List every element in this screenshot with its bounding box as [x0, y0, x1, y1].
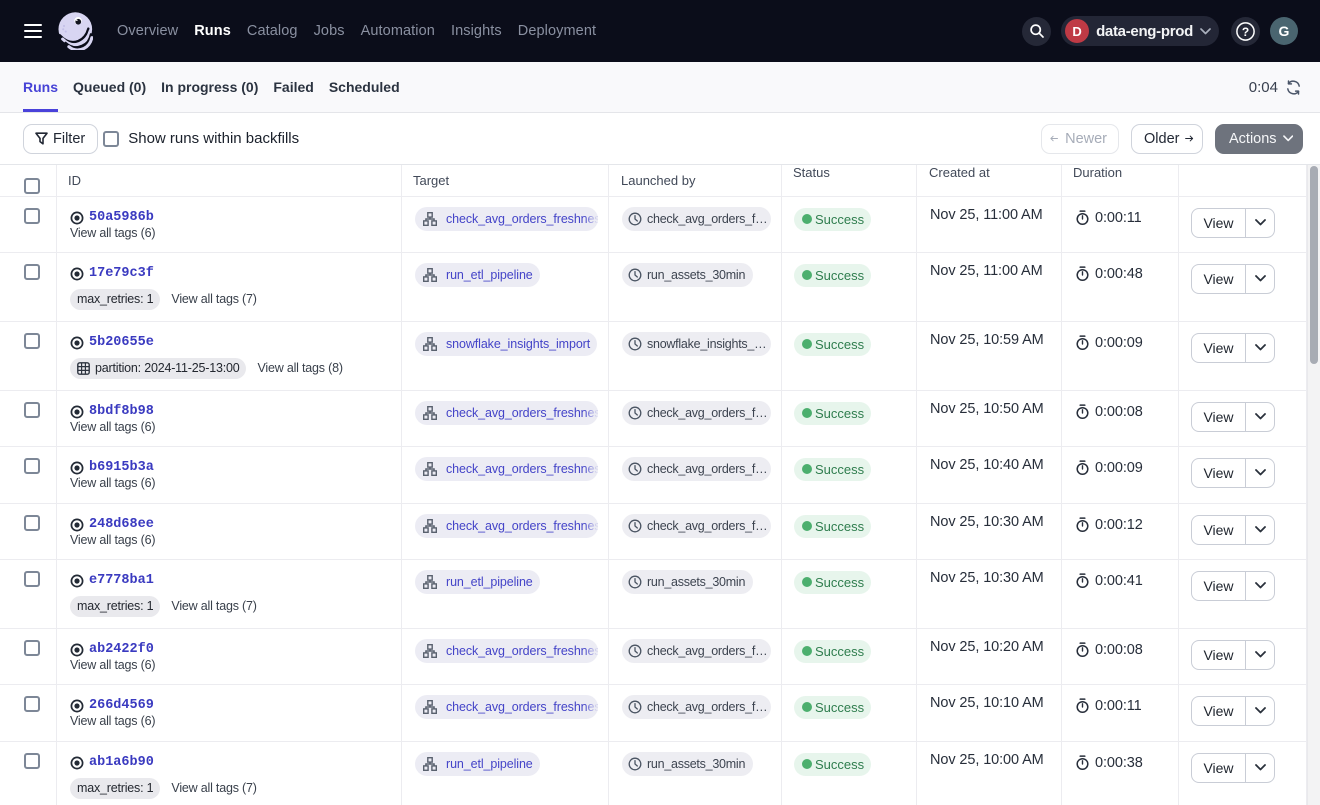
svg-text:?: ?: [1242, 24, 1249, 38]
